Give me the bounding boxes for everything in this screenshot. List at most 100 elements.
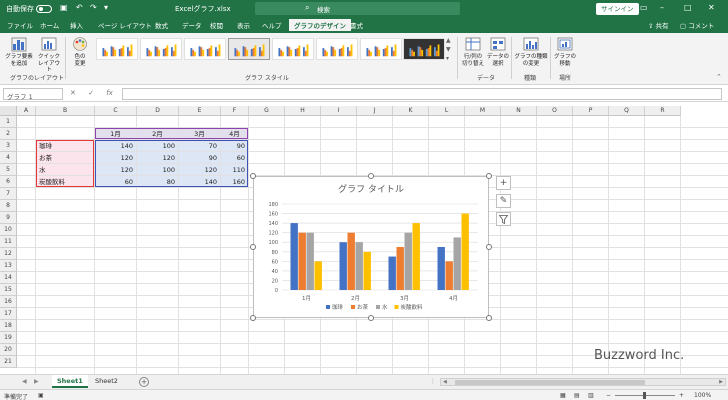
tab-data[interactable]: データ: [182, 20, 202, 30]
table-cell[interactable]: 100: [137, 140, 178, 151]
scroll-right-icon[interactable]: ▶: [719, 379, 723, 385]
column-header[interactable]: H: [285, 106, 321, 116]
table-cell[interactable]: 90: [179, 152, 220, 163]
column-header[interactable]: M: [465, 106, 501, 116]
share-button[interactable]: ⇪ 共有: [648, 20, 669, 30]
bar-0-3[interactable]: [314, 261, 322, 290]
column-header[interactable]: A: [17, 106, 36, 116]
sheet-next-icon[interactable]: ▶: [34, 378, 39, 385]
chart-styles-button[interactable]: ✎: [496, 194, 511, 208]
chart-elements-button[interactable]: +: [496, 176, 511, 190]
row-header[interactable]: 13: [0, 260, 17, 272]
table-cell[interactable]: 160: [221, 176, 248, 187]
zoom-slider-knob[interactable]: [643, 392, 646, 399]
column-header[interactable]: F: [221, 106, 249, 116]
tab-format[interactable]: 書式: [350, 20, 363, 30]
comment-button[interactable]: ▢ コメント: [680, 20, 714, 30]
add-sheet-button[interactable]: +: [139, 377, 149, 387]
chart-style-6[interactable]: [316, 38, 358, 60]
table-row-label[interactable]: 水: [36, 164, 94, 175]
close-icon[interactable]: ✕: [708, 3, 715, 12]
bar-1-2[interactable]: [355, 242, 363, 290]
column-header[interactable]: G: [249, 106, 285, 116]
column-header[interactable]: Q: [609, 106, 645, 116]
maximize-icon[interactable]: □: [684, 3, 692, 12]
chart-resize-handle[interactable]: [250, 244, 256, 250]
change-chart-type-button[interactable]: グラフの種類 の変更: [514, 36, 548, 67]
enter-icon[interactable]: ✓: [88, 89, 94, 97]
table-cell[interactable]: 110: [221, 164, 248, 175]
name-box[interactable]: グラフ 1: [3, 88, 63, 101]
chart-filters-button[interactable]: [496, 212, 511, 226]
bar-1-0[interactable]: [339, 242, 347, 290]
style-scroll-down-icon[interactable]: ▼: [446, 46, 451, 53]
chart-area[interactable]: グラフ タイトル 0 20 40 60 80 100 120 140 160 180 1月 2月 3月 4…: [253, 176, 489, 318]
tab-formulas[interactable]: 数式: [155, 20, 168, 30]
tab-split-handle[interactable]: ⋮: [430, 378, 436, 385]
row-header[interactable]: 2: [0, 128, 17, 140]
row-header[interactable]: 11: [0, 236, 17, 248]
chart-title[interactable]: グラフ タイトル: [338, 183, 404, 195]
change-colors-button[interactable]: 色の 変更: [68, 36, 92, 67]
search-box[interactable]: ⌕ 検索: [255, 2, 460, 15]
column-header[interactable]: B: [36, 106, 95, 116]
bar-2-3[interactable]: [412, 223, 420, 290]
table-cell[interactable]: 120: [95, 152, 136, 163]
column-header[interactable]: K: [393, 106, 429, 116]
table-cell[interactable]: 140: [95, 140, 136, 151]
page-break-view-icon[interactable]: ▥: [588, 392, 594, 399]
bar-0-0[interactable]: [290, 223, 298, 290]
legend-entry[interactable]: 水: [382, 303, 388, 311]
bar-3-1[interactable]: [445, 261, 453, 290]
document-title[interactable]: Excelグラフ.xlsx: [175, 4, 231, 14]
table-cell[interactable]: 140: [179, 176, 220, 187]
bar-2-2[interactable]: [404, 232, 412, 290]
bar-3-2[interactable]: [453, 237, 461, 290]
scroll-left-icon[interactable]: ◀: [443, 379, 447, 385]
undo-icon[interactable]: ↶: [76, 3, 83, 12]
table-header-cell[interactable]: 3月: [179, 128, 220, 139]
bar-1-1[interactable]: [347, 232, 355, 290]
zoom-out-icon[interactable]: −: [606, 392, 611, 399]
tab-page-layout[interactable]: ページ レイアウト: [98, 20, 152, 30]
save-icon[interactable]: ▣: [60, 3, 68, 12]
chart-style-3[interactable]: [184, 38, 226, 60]
style-more-icon[interactable]: ▾: [446, 55, 449, 62]
chart-style-8[interactable]: [403, 38, 445, 60]
chart-resize-handle[interactable]: [368, 173, 374, 179]
select-data-button[interactable]: データの 選択: [487, 36, 509, 67]
signin-button[interactable]: サインイン: [596, 3, 639, 15]
chart-resize-handle[interactable]: [486, 315, 492, 321]
column-header[interactable]: P: [573, 106, 609, 116]
sheet-prev-icon[interactable]: ◀: [22, 378, 27, 385]
row-header[interactable]: 1: [0, 116, 17, 128]
bar-1-3[interactable]: [363, 251, 371, 290]
column-header[interactable]: L: [429, 106, 465, 116]
column-header[interactable]: N: [501, 106, 537, 116]
bar-2-0[interactable]: [388, 256, 396, 290]
quick-layout-button[interactable]: クイック レイアウト: [36, 36, 62, 74]
chart-style-1[interactable]: [96, 38, 138, 60]
table-header-cell[interactable]: 2月: [137, 128, 178, 139]
chart-resize-handle[interactable]: [486, 244, 492, 250]
table-cell[interactable]: 100: [137, 164, 178, 175]
table-cell[interactable]: 60: [221, 152, 248, 163]
table-cell[interactable]: 90: [221, 140, 248, 151]
column-header[interactable]: R: [645, 106, 681, 116]
chart-style-7[interactable]: [360, 38, 402, 60]
redo-icon[interactable]: ↷: [90, 3, 97, 12]
bar-3-3[interactable]: [461, 213, 469, 290]
tab-help[interactable]: ヘルプ: [262, 20, 282, 30]
table-header-cell[interactable]: 1月: [95, 128, 136, 139]
autosave-toggle[interactable]: [36, 5, 52, 13]
row-header[interactable]: 17: [0, 308, 17, 320]
horizontal-scroll-thumb[interactable]: [455, 380, 645, 385]
customize-qat-icon[interactable]: ▾: [104, 3, 108, 12]
row-header[interactable]: 3: [0, 140, 17, 152]
zoom-level[interactable]: 100%: [694, 392, 711, 399]
row-header[interactable]: 9: [0, 212, 17, 224]
sheet-tab-sheet2[interactable]: Sheet2: [90, 375, 123, 388]
table-cell[interactable]: 120: [95, 164, 136, 175]
insert-function-icon[interactable]: fx: [106, 89, 113, 97]
table-cell[interactable]: 80: [137, 176, 178, 187]
